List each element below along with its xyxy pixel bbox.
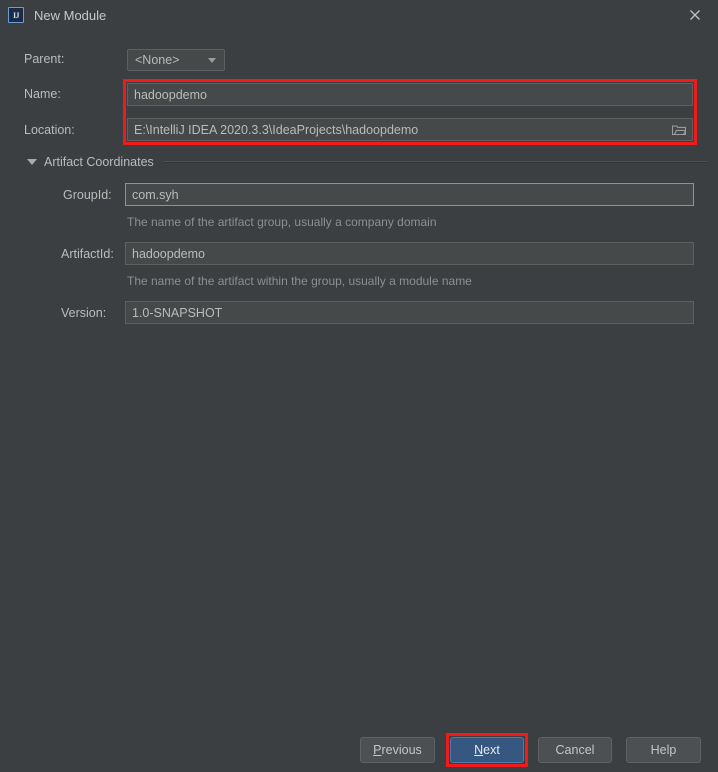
parent-label-row: Parent: xyxy=(24,52,64,66)
parent-select-value: <None> xyxy=(135,53,180,67)
artifact-id-label: ArtifactId: xyxy=(61,247,114,261)
name-input[interactable]: hadoopdemo xyxy=(127,83,693,106)
next-suffix: ext xyxy=(483,743,500,757)
folder-icon[interactable] xyxy=(671,124,687,135)
section-divider xyxy=(162,161,707,163)
group-id-input[interactable]: com.syh xyxy=(125,183,694,206)
artifact-id-input-value: hadoopdemo xyxy=(132,246,205,261)
next-button[interactable]: Next xyxy=(450,737,524,763)
close-icon[interactable] xyxy=(672,0,718,30)
next-mnemonic: N xyxy=(474,743,484,757)
parent-select[interactable]: <None> xyxy=(127,49,225,71)
artifact-coordinates-label: Artifact Coordinates xyxy=(44,155,154,169)
artifact-id-hint: The name of the artifact within the grou… xyxy=(127,274,472,288)
name-input-value: hadoopdemo xyxy=(134,87,207,102)
help-button-label: Help xyxy=(650,743,677,757)
parent-label: Parent: xyxy=(24,52,65,66)
previous-mnemonic: P xyxy=(373,743,382,757)
intellij-idea-icon: IJ xyxy=(8,7,24,23)
location-label-row: Location: xyxy=(24,123,75,137)
triangle-down-icon[interactable] xyxy=(27,159,37,165)
location-label: Location: xyxy=(24,123,75,137)
artifact-id-input[interactable]: hadoopdemo xyxy=(125,242,694,265)
group-id-label-row: GroupId: xyxy=(63,188,112,202)
location-input[interactable]: E:\IntelliJ IDEA 2020.3.3\IdeaProjects\h… xyxy=(127,118,693,141)
window-title: New Module xyxy=(34,7,107,23)
cancel-button[interactable]: Cancel xyxy=(538,737,612,763)
version-label-row: Version: xyxy=(61,306,106,320)
name-label-row: Name: xyxy=(24,87,61,101)
cancel-button-label: Cancel xyxy=(555,743,595,757)
version-input-value: 1.0-SNAPSHOT xyxy=(132,305,223,320)
name-label: Name: xyxy=(24,87,61,101)
chevron-down-icon xyxy=(208,57,216,63)
version-label: Version: xyxy=(61,306,107,320)
location-input-value: E:\IntelliJ IDEA 2020.3.3\IdeaProjects\h… xyxy=(134,122,419,137)
version-input[interactable]: 1.0-SNAPSHOT xyxy=(125,301,694,324)
group-id-hint: The name of the artifact group, usually … xyxy=(127,215,437,229)
title-bar: IJ New Module xyxy=(0,0,718,30)
previous-suffix: revious xyxy=(381,743,422,757)
artifact-id-label-row: ArtifactId: xyxy=(61,247,114,261)
group-id-input-value: com.syh xyxy=(132,187,179,202)
help-button[interactable]: Help xyxy=(626,737,701,763)
group-id-label: GroupId: xyxy=(63,188,112,202)
previous-button-label: Previous xyxy=(373,743,422,757)
previous-button[interactable]: Previous xyxy=(360,737,435,763)
artifact-coordinates-section-header[interactable]: Artifact Coordinates xyxy=(27,155,707,169)
next-button-label: Next xyxy=(474,743,500,757)
